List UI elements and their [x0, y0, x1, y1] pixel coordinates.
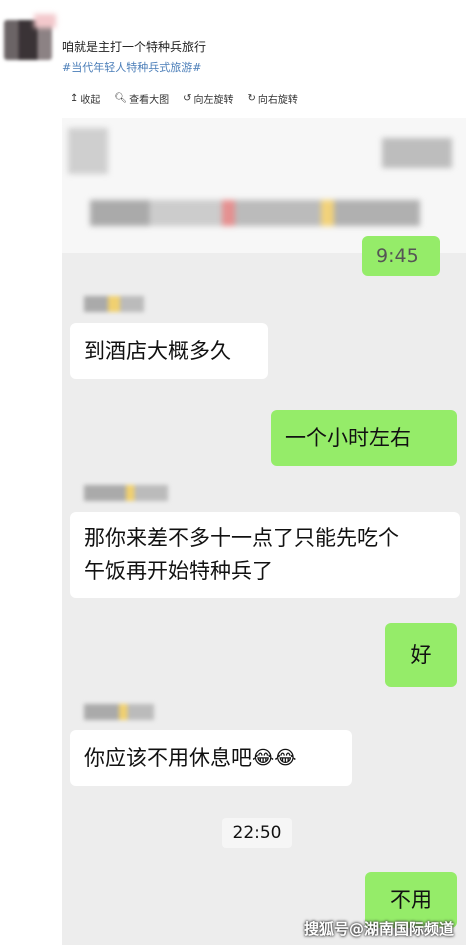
message-text-line: 那你来差不多十一点了只能先吃个 — [84, 526, 399, 550]
arrow-up-icon: ↥ — [70, 92, 79, 104]
image-toolbar: ↥ 收起 🔍︎ 查看大图 ↺ 向左旋转 ↻ 向右旋转 — [70, 86, 298, 110]
message-text: 到酒店大概多久 — [84, 338, 231, 363]
message-bubble-sent[interactable]: 一个小时左右 — [271, 410, 457, 466]
sender-nickname-blurred — [84, 704, 154, 720]
rotate-right-button[interactable]: ↻ 向右旋转 — [247, 91, 297, 106]
message-bubble-sent[interactable]: 好 — [385, 623, 457, 687]
rotate-right-label: 向右旋转 — [257, 94, 298, 106]
magnifier-icon: 🔍︎ — [114, 92, 128, 104]
rotate-left-icon: ↺ — [183, 92, 192, 104]
view-large-label: 查看大图 — [129, 94, 170, 106]
message-text: 不用 — [390, 887, 432, 912]
watermark: 搜狐号@湖南国际频道 — [303, 920, 454, 938]
blurred-block — [382, 138, 452, 168]
rotate-right-icon: ↻ — [247, 92, 256, 104]
message-text: 好 — [410, 642, 432, 667]
view-large-button[interactable]: 🔍︎ 查看大图 — [114, 91, 169, 106]
rotate-left-button[interactable]: ↺ 向左旋转 — [183, 91, 233, 106]
message-text-line: 午饭再开始特种兵了 — [84, 559, 273, 583]
collapse-button[interactable]: ↥ 收起 — [70, 91, 100, 106]
message-text: 一个小时左右 — [285, 425, 411, 450]
message-text: 你应该不用休息吧 — [84, 745, 252, 770]
laughing-tears-emoji: 😂😂 — [252, 746, 297, 769]
message-bubble-received[interactable]: 到酒店大概多久 — [70, 323, 268, 379]
message-bubble-received[interactable]: 那你来差不多十一点了只能先吃个 午饭再开始特种兵了 — [70, 512, 460, 598]
message-text: 9:45 — [376, 244, 419, 267]
rotate-left-label: 向左旋转 — [193, 94, 234, 106]
blurred-block — [68, 128, 108, 174]
chat-header-blurred — [62, 118, 466, 253]
avatar[interactable] — [4, 20, 52, 60]
sender-nickname-blurred — [84, 485, 168, 501]
message-bubble-sent[interactable]: 9:45 — [362, 236, 440, 276]
message-bubble-received[interactable]: 你应该不用休息吧 😂😂 — [70, 730, 352, 786]
chat-screenshot[interactable]: 9:45 到酒店大概多久 一个小时左右 那你来差不多十一点了只能先吃个 午饭再开… — [62, 118, 466, 945]
hashtag-link[interactable]: #当代年轻人特种兵式旅游# — [62, 59, 201, 75]
post-text: 咱就是主打一个特种兵旅行 — [62, 40, 207, 54]
time-divider: 22:50 — [222, 818, 292, 848]
blurred-block — [90, 200, 420, 226]
sender-nickname-blurred — [84, 296, 144, 312]
collapse-label: 收起 — [80, 94, 101, 106]
